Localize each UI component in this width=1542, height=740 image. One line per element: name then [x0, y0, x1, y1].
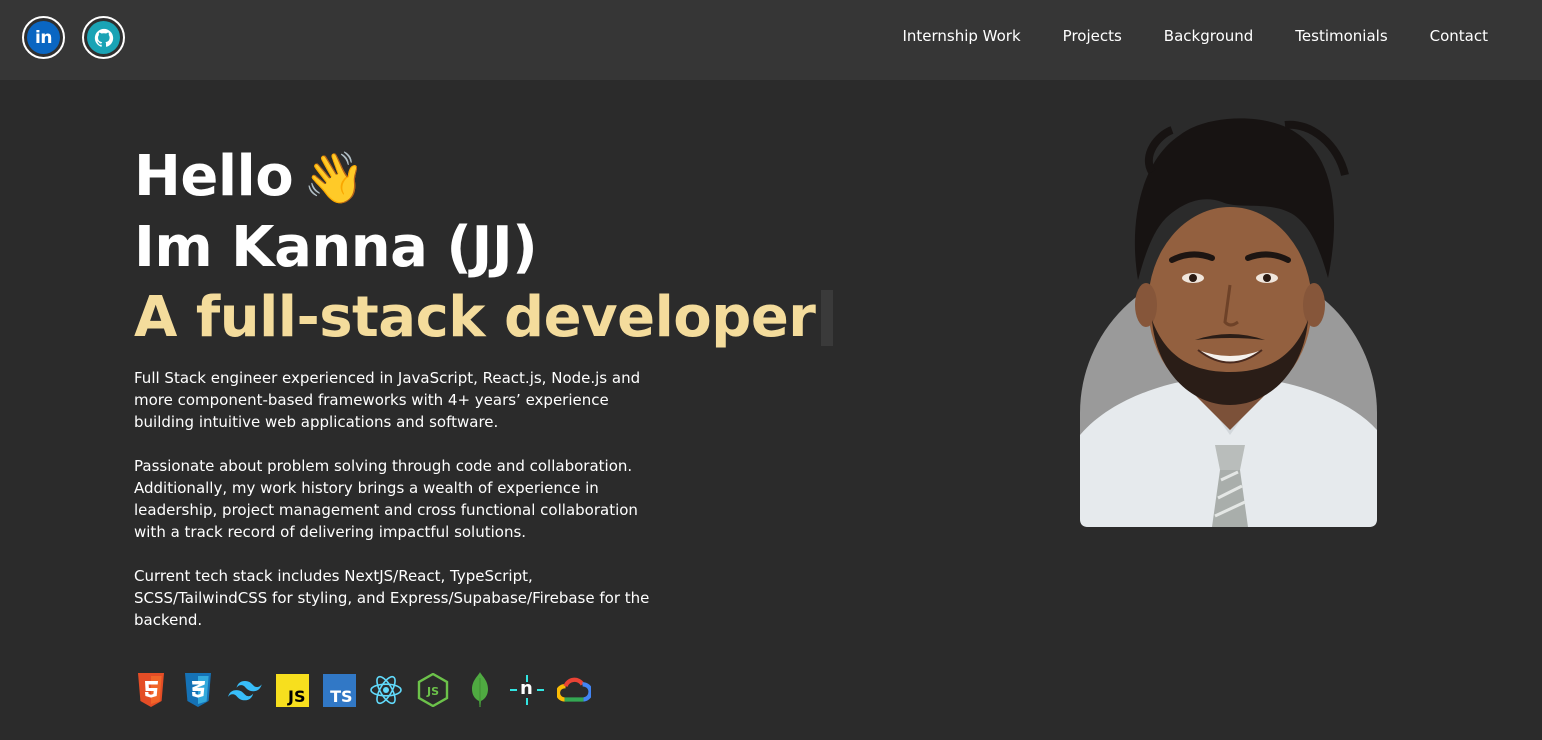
- bio: Full Stack engineer experienced in JavaS…: [134, 367, 654, 653]
- css3-icon: [181, 673, 215, 707]
- bio-paragraph-1: Full Stack engineer experienced in JavaS…: [134, 369, 641, 431]
- linkedin-icon: in: [27, 21, 60, 54]
- navbar: in Internship Work Projects Background T…: [0, 0, 1542, 80]
- typescript-icon-text: TS: [330, 686, 353, 706]
- hero-line-name: Im Kanna (JJ): [134, 215, 538, 280]
- nav-link-contact[interactable]: Contact: [1430, 27, 1488, 45]
- profile-photo: [1080, 118, 1377, 527]
- tech-stack-icons: JS TS JS n: [134, 672, 591, 707]
- nav-link-internship-work[interactable]: Internship Work: [902, 27, 1020, 45]
- javascript-icon: JS: [275, 673, 309, 707]
- github-icon: [87, 21, 120, 54]
- typing-cursor: [821, 290, 834, 346]
- google-cloud-icon: [557, 673, 591, 707]
- nav-link-projects[interactable]: Projects: [1063, 27, 1122, 45]
- linkedin-link[interactable]: in: [22, 16, 65, 59]
- hero-heading: Hello 👋 Im Kanna (JJ) A full-stack develo…: [134, 142, 834, 353]
- hero-role-text: A full-stack developer: [134, 285, 816, 350]
- html5-icon: [134, 673, 168, 707]
- waving-hand-icon: 👋: [303, 149, 365, 207]
- bio-paragraph-3: Current tech stack includes NextJS/React…: [134, 567, 650, 629]
- tailwind-icon: [228, 673, 262, 707]
- nodejs-icon: JS: [416, 673, 450, 707]
- linkedin-icon-text: in: [35, 27, 52, 48]
- nav-link-testimonials[interactable]: Testimonials: [1295, 27, 1387, 45]
- typescript-icon: TS: [322, 673, 356, 707]
- svg-text:JS: JS: [426, 685, 439, 698]
- react-icon: [369, 673, 403, 707]
- nav-links: Internship Work Projects Background Test…: [902, 27, 1488, 45]
- netlify-icon: n: [510, 673, 544, 707]
- hero-hello: Hello: [134, 144, 294, 209]
- mongodb-icon: [463, 672, 497, 707]
- nav-link-background[interactable]: Background: [1164, 27, 1254, 45]
- github-link[interactable]: [82, 16, 125, 59]
- hero-line-greeting: Hello 👋: [134, 142, 833, 213]
- profile-portrait: [1080, 100, 1377, 527]
- bio-paragraph-2: Passionate about problem solving through…: [134, 457, 638, 541]
- hero-line-role: A full-stack developer: [134, 283, 834, 353]
- javascript-icon-text: JS: [288, 686, 306, 706]
- netlify-icon-text: n: [520, 678, 533, 699]
